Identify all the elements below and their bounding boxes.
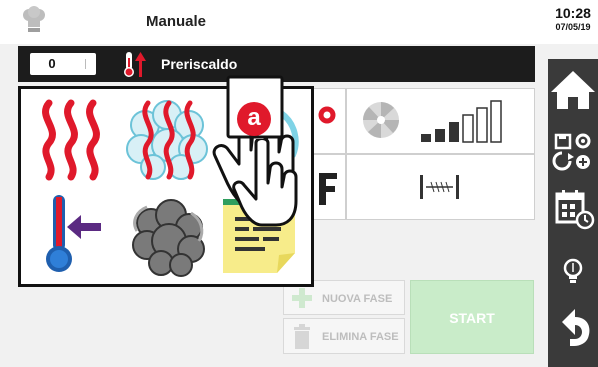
picker-item-smoke[interactable] [123,191,213,281]
thermometer-up-icon [124,52,146,77]
new-phase-label: NUOVA FASE [322,293,393,305]
picker-item-steam[interactable] [123,95,213,185]
picker-item-heat[interactable] [27,95,117,185]
heat-waves-icon [42,99,100,181]
calendar-icon [555,190,595,230]
trash-icon [294,324,310,349]
smoke-icon [132,199,205,277]
cooling-thermometer-icon [46,195,101,272]
right-sidebar [548,59,598,367]
calendar-button[interactable] [548,184,598,234]
chef-hat-icon[interactable] [21,6,47,34]
delete-phase-button[interactable]: ELIMINA FASE [283,318,405,354]
phase-counter-value: 0 [48,56,56,71]
steam-heat-icon [126,100,208,180]
phase-counter[interactable]: 0 [30,53,96,75]
bulb-icon [563,258,583,283]
delete-phase-label: ELIMINA FASE [322,331,399,343]
pointing-hand-finger-icon [232,139,298,227]
picker-item-cooling[interactable] [27,191,117,281]
home-icon [551,71,595,109]
oven-screen: Manuale 10:28 07/05/19 0 Preriscaldo NUO… [0,0,598,367]
damper-icon [420,175,459,199]
status-label: Preriscaldo [161,56,238,72]
home-button[interactable] [548,65,598,115]
back-button[interactable] [548,302,598,352]
clock: 10:28 07/05/19 [548,0,598,44]
clock-time: 10:28 [555,5,591,21]
fan-speed-bars-icon [363,100,502,143]
save-settings-button[interactable] [548,127,598,177]
phase-counter-divider [85,59,86,69]
bulb-button[interactable] [548,248,598,298]
top-bar: Manuale [0,0,548,44]
back-icon [562,309,590,346]
start-button[interactable]: START [410,280,534,354]
save-settings-icon [552,133,591,171]
plus-icon [292,288,312,308]
callout-letter: a [247,104,261,131]
damper-cell[interactable] [346,154,535,220]
clock-date: 07/05/19 [555,22,591,32]
page-title: Manuale [146,13,207,30]
fan-speed-cell[interactable] [346,88,535,154]
